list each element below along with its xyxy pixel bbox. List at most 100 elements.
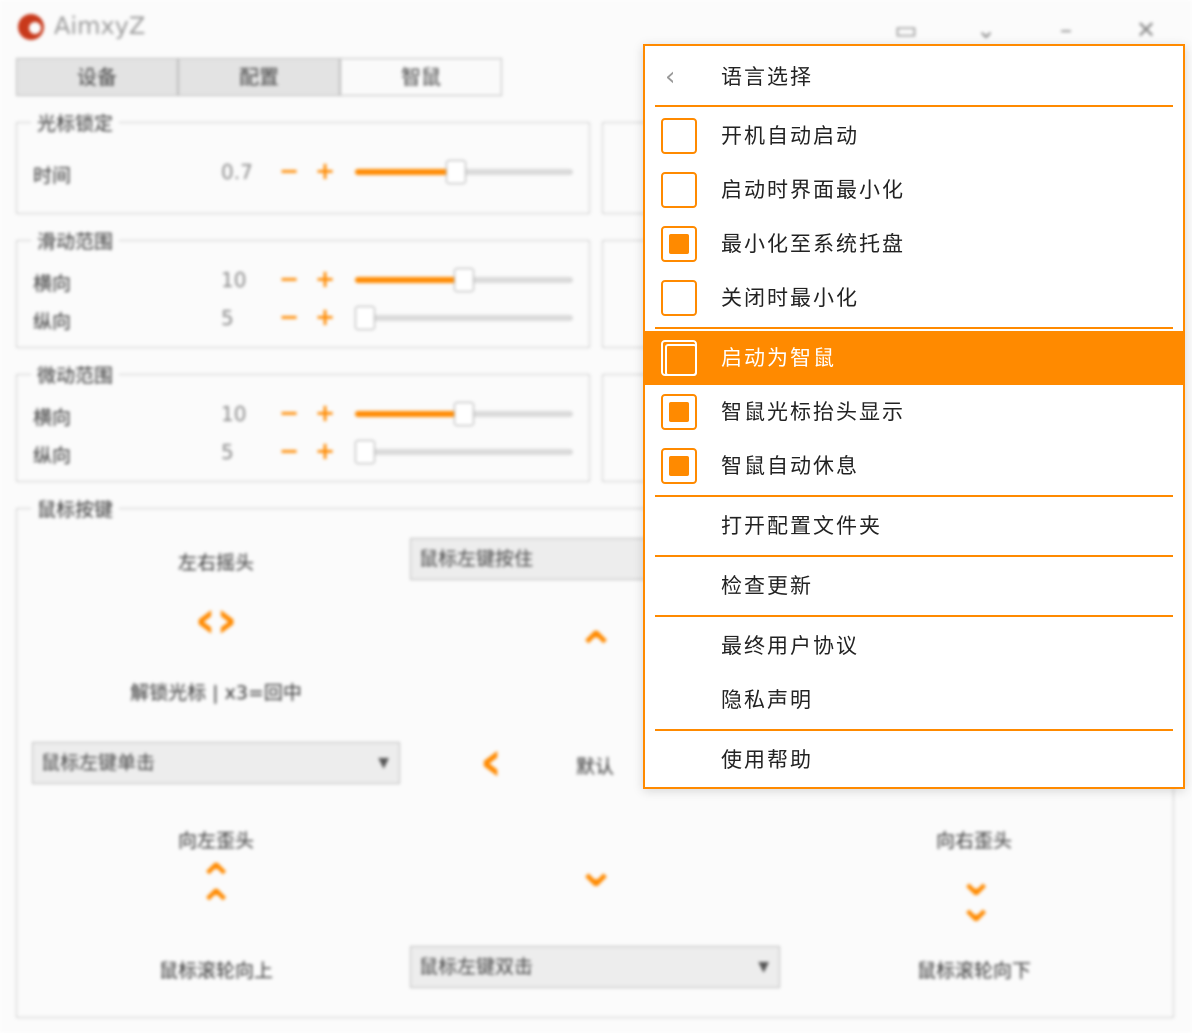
horizontal-decrease-button[interactable]: − — [279, 399, 299, 427]
minimize-on-close-checkbox[interactable] — [661, 280, 697, 316]
horizontal-increase-button[interactable]: + — [315, 399, 335, 427]
vertical-value: 5 — [221, 306, 234, 330]
slider-fill — [355, 277, 464, 283]
turn-right-label: 向右歪头 — [935, 830, 1012, 852]
chevron-left-icon: ‹ — [479, 729, 503, 794]
horizontal-increase-button[interactable]: + — [315, 265, 335, 293]
horizontal-value: 10 — [221, 402, 247, 426]
menu-separator — [655, 615, 1173, 617]
menu-item-label: 使用帮助 — [721, 748, 813, 772]
start-as-smart-mouse-checkbox[interactable] — [661, 340, 697, 376]
vertical-label: 纵向 — [33, 445, 72, 467]
lr-shake-label: 左右摇头 — [177, 552, 254, 574]
slider-thumb[interactable] — [355, 306, 375, 330]
menu-item-auto-rest[interactable]: 智鼠自动休息 — [645, 439, 1183, 493]
minimize-to-tray-checkbox[interactable] — [661, 226, 697, 262]
horizontal-label: 横向 — [33, 273, 72, 295]
menu-item-start-as-smart-mouse[interactable]: 启动为智鼠 — [645, 331, 1183, 385]
time-increase-button[interactable]: + — [315, 157, 335, 185]
menu-item-help[interactable]: 使用帮助 — [645, 733, 1183, 787]
combo-value: 鼠标左键按住 — [419, 548, 534, 570]
menu-item-privacy[interactable]: 隐私声明 — [645, 673, 1183, 727]
menu-item-label: 语言选择 — [721, 65, 813, 89]
menu-separator — [655, 495, 1173, 497]
horizontal-decrease-button[interactable]: − — [279, 265, 299, 293]
wheel-down-label: 鼠标滚轮向下 — [916, 960, 1031, 982]
cursor-hud-checkbox[interactable] — [661, 394, 697, 430]
menu-item-label: 最终用户协议 — [721, 634, 859, 658]
vertical-slider[interactable] — [355, 440, 573, 464]
menu-separator — [655, 555, 1173, 557]
slider-thumb[interactable] — [454, 268, 474, 292]
dropdown-arrow-icon: ▼ — [758, 959, 769, 975]
autostart-checkbox[interactable] — [661, 118, 697, 154]
vertical-decrease-button[interactable]: − — [279, 437, 299, 465]
vertical-slider[interactable] — [355, 306, 573, 330]
group-title: 滑动范围 — [31, 227, 120, 254]
nod-up-action-combo[interactable]: 鼠标左键按住 — [410, 538, 650, 580]
start-minimized-checkbox[interactable] — [661, 172, 697, 208]
tab-smart-mouse[interactable]: 智鼠 — [340, 58, 502, 96]
menu-item-start-minimized[interactable]: 启动时界面最小化 — [645, 163, 1183, 217]
menu-item-check-updates[interactable]: 检查更新 — [645, 559, 1183, 613]
app-logo — [18, 14, 44, 40]
slider-fill — [355, 411, 464, 417]
horizontal-slider[interactable] — [355, 402, 573, 426]
time-decrease-button[interactable]: − — [279, 157, 299, 185]
group-title: 微动范围 — [31, 361, 120, 388]
slider-thumb[interactable] — [446, 160, 467, 184]
menu-item-label: 检查更新 — [721, 574, 813, 598]
menu-separator — [655, 729, 1173, 731]
time-slider[interactable] — [355, 160, 573, 184]
auto-rest-checkbox[interactable] — [661, 448, 697, 484]
menu-item-eula[interactable]: 最终用户协议 — [645, 619, 1183, 673]
chevron-up-icon: ⌃ — [575, 622, 617, 678]
vertical-value: 5 — [221, 440, 234, 464]
menu-item-label: 隐私声明 — [721, 688, 813, 712]
menu-separator — [655, 327, 1173, 329]
micro-range-group: 微动范围 横向 10 − + 纵向 5 − + — [16, 361, 590, 482]
vertical-increase-button[interactable]: + — [315, 437, 335, 465]
menu-item-minimize-to-tray[interactable]: 最小化至系统托盘 — [645, 217, 1183, 271]
left-action-combo[interactable]: 鼠标左键单击 ▼ — [32, 742, 400, 784]
double-chevron-up-icon: ⌃ ⌃ — [197, 855, 235, 933]
horizontal-value: 10 — [221, 268, 247, 292]
tab-device[interactable]: 设备 — [16, 58, 178, 96]
lr-shake-icon: ‹› — [194, 590, 238, 650]
slider-thumb[interactable] — [355, 440, 375, 464]
combo-value: 鼠标左键双击 — [419, 956, 534, 978]
menu-item-open-config-folder[interactable]: 打开配置文件夹 — [645, 499, 1183, 553]
menu-item-label: 打开配置文件夹 — [721, 514, 882, 538]
chevron-down-icon: ⌄ — [575, 842, 617, 898]
menu-item-minimize-on-close[interactable]: 关闭时最小化 — [645, 271, 1183, 325]
wheel-up-label: 鼠标滚轮向上 — [158, 960, 273, 982]
tab-config[interactable]: 配置 — [178, 58, 340, 96]
menu-separator — [655, 105, 1173, 107]
combo-value: 鼠标左键单击 — [41, 752, 156, 774]
settings-menu: ‹ 语言选择 开机自动启动 启动时界面最小化 最小化至系统托盘 关闭时最小化 启… — [643, 44, 1185, 789]
time-value: 0.7 — [221, 160, 253, 184]
menu-item-label: 智鼠自动休息 — [721, 454, 859, 478]
horizontal-label: 横向 — [33, 407, 72, 429]
time-label: 时间 — [33, 165, 72, 187]
menu-item-label: 关闭时最小化 — [721, 286, 859, 310]
chevron-left-icon: ‹ — [665, 62, 676, 92]
menu-item-autostart[interactable]: 开机自动启动 — [645, 109, 1183, 163]
turn-action-combo[interactable]: 鼠标左键双击 ▼ — [410, 946, 780, 988]
default-label: 默认 — [575, 756, 614, 778]
slider-thumb[interactable] — [454, 402, 474, 426]
cursor-lock-group: 光标锁定 时间 0.7 − + — [16, 109, 590, 214]
vertical-label: 纵向 — [33, 311, 72, 333]
app-title: AimxyZ — [54, 12, 146, 40]
double-chevron-down-icon: ⌄ ⌄ — [957, 855, 995, 933]
menu-item-cursor-hud[interactable]: 智鼠光标抬头显示 — [645, 385, 1183, 439]
vertical-decrease-button[interactable]: − — [279, 303, 299, 331]
vertical-increase-button[interactable]: + — [315, 303, 335, 331]
group-title: 鼠标按键 — [31, 495, 120, 522]
menu-item-label: 启动时界面最小化 — [721, 178, 905, 202]
menu-item-label: 智鼠光标抬头显示 — [721, 400, 905, 424]
language-select-item[interactable]: ‹ 语言选择 — [645, 50, 1183, 104]
menu-item-label: 最小化至系统托盘 — [721, 232, 905, 256]
horizontal-slider[interactable] — [355, 268, 573, 292]
menu-item-label: 启动为智鼠 — [721, 346, 836, 370]
